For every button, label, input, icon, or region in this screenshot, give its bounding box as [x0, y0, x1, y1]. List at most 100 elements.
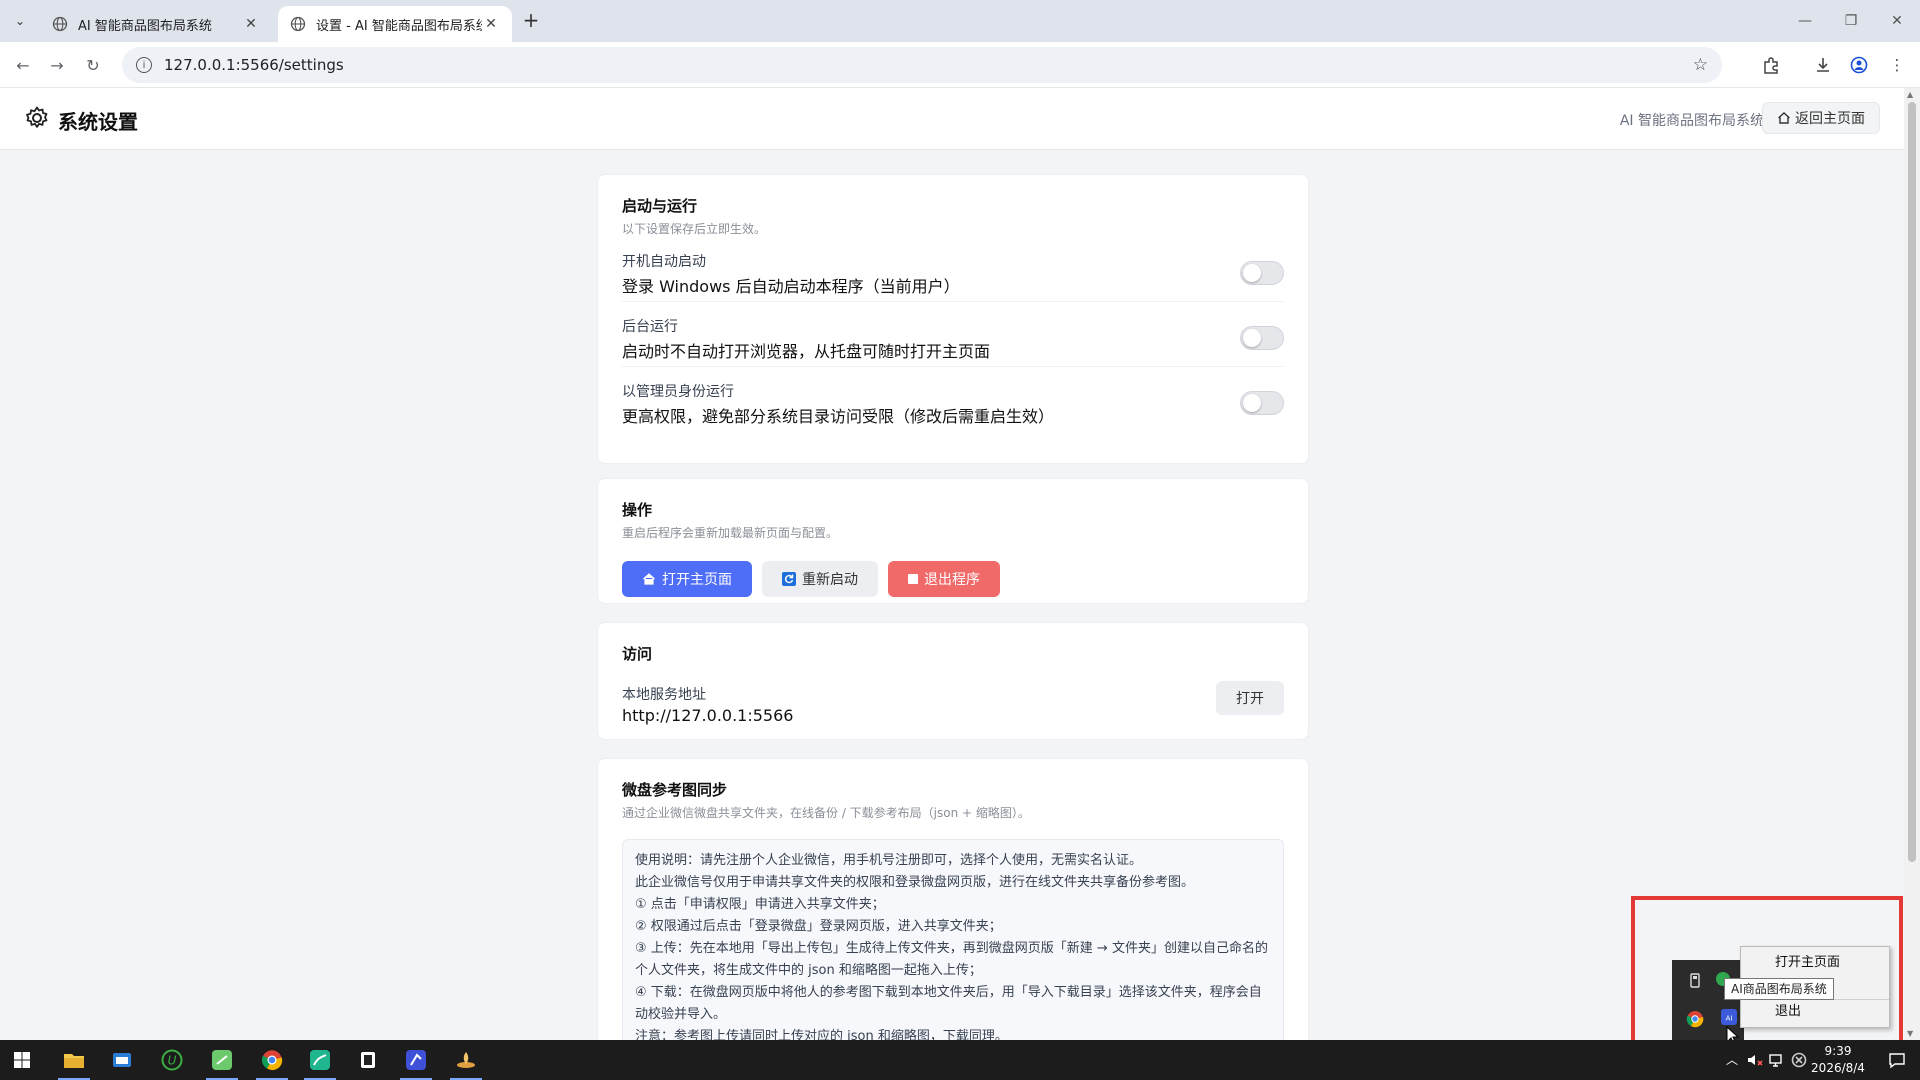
dark-app-taskbar-icon[interactable] — [350, 1046, 386, 1074]
actions-subtitle: 重启后程序会重新加载最新页面与配置。 — [622, 526, 839, 540]
gear-icon — [26, 106, 48, 128]
sync-title: 微盘参考图同步 — [622, 781, 728, 799]
instruction-line: ① 点击「申请权限」申请进入共享文件夹； — [635, 897, 885, 912]
setting-run-as-admin: 以管理员身份运行 更高权限，避免部分系统目录访问受限（修改后需重启生效） — [622, 367, 1284, 432]
windows-taskbar: U ︿ 9:39 2026/8/4 — [0, 1040, 1920, 1080]
tab-title: 设置 - AI 智能商品图布局系统 — [316, 18, 482, 34]
blue-app-taskbar-icon[interactable] — [398, 1046, 434, 1080]
scroll-up-arrow-icon[interactable]: ▲ — [1907, 90, 1913, 99]
close-icon[interactable]: ✕ — [482, 15, 500, 33]
green-app-taskbar-icon[interactable] — [204, 1046, 240, 1080]
close-icon[interactable]: ✕ — [242, 15, 260, 33]
startup-card: 启动与运行 以下设置保存后立即生效。 开机自动启动 登录 Windows 后自动… — [597, 174, 1309, 464]
extensions-puzzle-icon[interactable] — [1760, 54, 1782, 76]
chrome-taskbar-icon[interactable] — [254, 1046, 290, 1080]
profile-avatar-icon[interactable] — [1848, 54, 1870, 76]
address-url: 127.0.0.1:5566/settings — [164, 56, 344, 74]
volume-muted-icon[interactable] — [1746, 1051, 1764, 1069]
restart-icon — [782, 572, 796, 586]
setting-label: 以管理员身份运行 — [622, 384, 734, 400]
bookmark-star-icon[interactable]: ☆ — [1693, 55, 1708, 75]
restart-button[interactable]: 重新启动 — [762, 561, 878, 597]
setting-desc: 启动时不自动打开浏览器，从托盘可随时打开主页面 — [622, 342, 991, 361]
instruction-line: ③ 上传：先在本地用「导出上传包」生成待上传文件夹，再到微盘网页版「新建 → 文… — [635, 941, 1268, 978]
clock-date: 2026/8/4 — [1811, 1061, 1865, 1075]
sync-instructions: 使用说明：请先注册个人企业微信，用手机号注册即可，选择个人使用，无需实名认证。 … — [622, 839, 1284, 1040]
actions-card: 操作 重启后程序会重新加载最新页面与配置。 打开主页面 重新启动 退出程序 — [597, 478, 1309, 604]
exit-program-button[interactable]: 退出程序 — [888, 561, 1000, 597]
setting-autostart: 开机自动启动 登录 Windows 后自动启动本程序（当前用户） — [622, 237, 1284, 302]
tab-title: AI 智能商品图布局系统 — [78, 18, 212, 34]
network-icon[interactable] — [1768, 1051, 1786, 1069]
new-tab-plus-icon[interactable]: + — [520, 10, 542, 32]
site-info-icon[interactable]: i — [136, 57, 152, 73]
close-window-icon[interactable]: ✕ — [1874, 0, 1920, 42]
page-scrollbar[interactable]: ▲ ▼ — [1904, 88, 1920, 1040]
back-to-home-label: 返回主页面 — [1795, 111, 1865, 127]
browser-menu-kebab-icon[interactable]: ⋮ — [1886, 54, 1908, 76]
address-bar[interactable]: i 127.0.0.1:5566/settings ☆ — [122, 47, 1722, 83]
file-explorer-icon[interactable] — [56, 1046, 92, 1080]
instruction-line: ④ 下载：在微盘网页版中将他人的参考图下载到本地文件夹后，用「导入下载目录」选择… — [635, 985, 1262, 1022]
browser-toolbar: ← → ↻ i 127.0.0.1:5566/settings ☆ ⋮ — [0, 42, 1920, 88]
background-run-toggle[interactable] — [1240, 326, 1284, 350]
window-controls: — ❐ ✕ — [1782, 0, 1920, 42]
page-viewport: 系统设置 AI 智能商品图布局系统 返回主页面 启动与运行 以下设置保存后立即生… — [0, 88, 1904, 1040]
toggle-knob — [1243, 264, 1261, 282]
setting-label: 开机自动启动 — [622, 254, 706, 270]
open-main-page-label: 打开主页面 — [662, 572, 732, 588]
instruction-line: 注意：参考图上传请同时上传对应的 json 和缩略图，下载同理。 — [635, 1029, 1008, 1040]
startup-subtitle: 以下设置保存后立即生效。 — [622, 222, 767, 236]
taskbar-clock[interactable]: 9:39 2026/8/4 — [1808, 1043, 1868, 1077]
browser-tab-settings[interactable]: 设置 - AI 智能商品图布局系统 ✕ — [278, 6, 512, 42]
sync-subtitle: 通过企业微信微盘共享文件夹，在线备份 / 下载参考布局（json + 缩略图）。 — [622, 806, 1030, 820]
python-app-taskbar-icon[interactable] — [448, 1046, 484, 1080]
open-url-button[interactable]: 打开 — [1216, 681, 1284, 715]
stop-square-icon — [908, 574, 918, 584]
brand-name: AI 智能商品图布局系统 — [1619, 113, 1764, 129]
back-to-home-button[interactable]: 返回主页面 — [1762, 102, 1880, 134]
store-app-icon[interactable] — [104, 1046, 140, 1074]
back-arrow-icon[interactable]: ← — [12, 54, 34, 76]
forward-arrow-icon[interactable]: → — [46, 54, 68, 76]
minimize-icon[interactable]: — — [1782, 0, 1828, 42]
instruction-line: 此企业微信号仅用于申请共享文件夹的权限和登录微盘网页版，进行在线文件夹共享备份参… — [635, 875, 1195, 890]
scrollbar-thumb[interactable] — [1908, 102, 1916, 862]
home-icon — [1778, 112, 1790, 124]
setting-background-run: 后台运行 启动时不自动打开浏览器，从托盘可随时打开主页面 — [622, 302, 1284, 367]
windows-start-icon[interactable] — [4, 1046, 40, 1074]
reload-icon[interactable]: ↻ — [82, 54, 104, 76]
blocked-circle-icon[interactable] — [1790, 1051, 1808, 1069]
instruction-line: 使用说明：请先注册个人企业微信，用手机号注册即可，选择个人使用，无需实名认证。 — [635, 853, 1143, 868]
toggle-knob — [1243, 329, 1261, 347]
upwork-icon[interactable]: U — [154, 1046, 190, 1074]
actions-button-row: 打开主页面 重新启动 退出程序 — [622, 561, 1284, 597]
actions-title: 操作 — [622, 501, 653, 519]
system-tray: ︿ 9:39 2026/8/4 — [1720, 1040, 1920, 1080]
open-main-page-button[interactable]: 打开主页面 — [622, 561, 752, 597]
exit-program-label: 退出程序 — [924, 572, 980, 588]
browser-tab-bar: ⌄ AI 智能商品图布局系统 ✕ 设置 - AI 智能商品图布局系统 ✕ + —… — [0, 0, 1920, 42]
notification-center-icon[interactable] — [1888, 1051, 1906, 1069]
access-card: 访问 本地服务地址 http://127.0.0.1:5566 打开 — [597, 622, 1309, 740]
page-title: 系统设置 — [58, 110, 138, 134]
globe-icon — [290, 16, 306, 32]
download-icon[interactable] — [1812, 54, 1834, 76]
local-service-url: http://127.0.0.1:5566 — [622, 706, 794, 725]
toggle-knob — [1243, 394, 1261, 412]
setting-desc: 更高权限，避免部分系统目录访问受限（修改后需重启生效） — [622, 407, 1055, 426]
startup-title: 启动与运行 — [622, 197, 698, 215]
autostart-toggle[interactable] — [1240, 261, 1284, 285]
home-icon — [643, 573, 655, 585]
instruction-line: ② 权限通过后点击「登录微盘」登录网页版，进入共享文件夹； — [635, 919, 1002, 934]
globe-icon — [52, 16, 68, 32]
app-header: 系统设置 AI 智能商品图布局系统 返回主页面 — [0, 88, 1904, 150]
tab-search-chevron-icon[interactable]: ⌄ — [8, 9, 32, 33]
run-as-admin-toggle[interactable] — [1240, 391, 1284, 415]
tray-expand-chevron-icon[interactable]: ︿ — [1726, 1051, 1738, 1068]
svg-text:U: U — [168, 1054, 177, 1068]
scroll-down-arrow-icon[interactable]: ▼ — [1907, 1029, 1913, 1038]
restore-icon[interactable]: ❐ — [1828, 0, 1874, 42]
teal-app-taskbar-icon[interactable] — [302, 1046, 338, 1080]
browser-tab-main[interactable]: AI 智能商品图布局系统 ✕ — [40, 6, 272, 42]
